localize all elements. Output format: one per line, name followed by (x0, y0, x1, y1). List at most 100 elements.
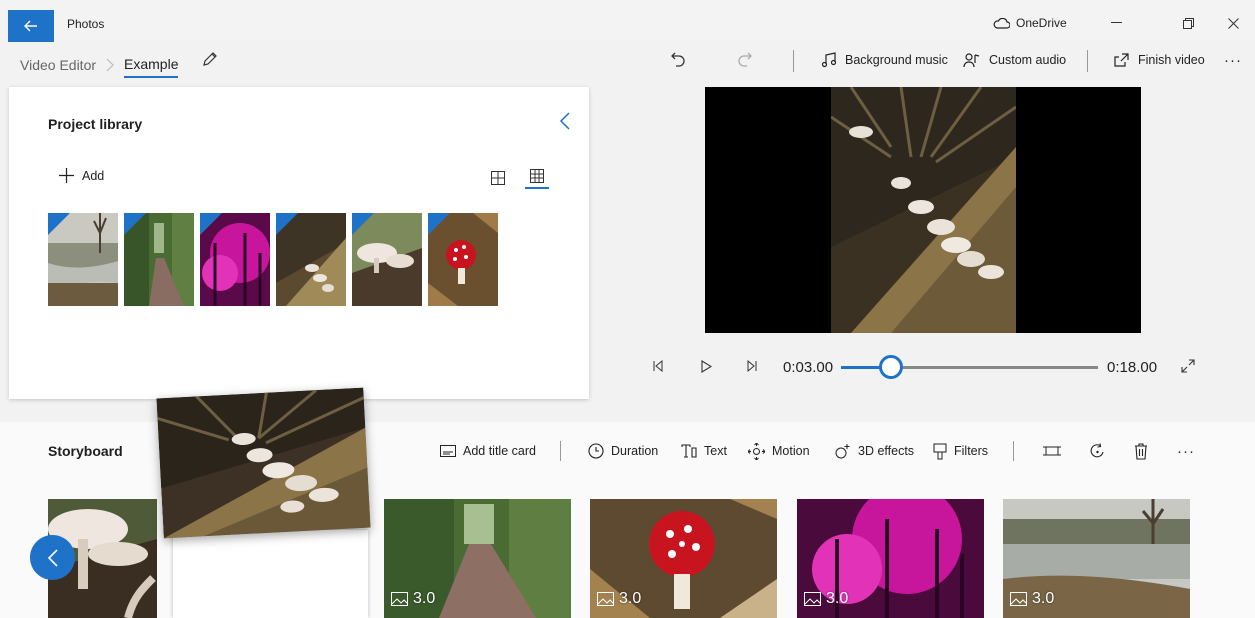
back-button[interactable] (8, 10, 54, 42)
delete-button[interactable] (1134, 441, 1148, 461)
next-frame-button[interactable] (744, 358, 760, 374)
mushrooms-on-log-image (156, 387, 371, 539)
text-button[interactable]: Text (681, 441, 727, 461)
image-icon (804, 592, 821, 606)
chevron-left-icon (47, 548, 58, 567)
custom-audio-button[interactable]: Custom audio (963, 50, 1066, 70)
filters-label: Filters (954, 444, 989, 458)
storyboard-title: Storyboard (48, 443, 123, 459)
trash-icon (1135, 442, 1147, 460)
chevron-right-icon (106, 58, 114, 72)
title-card-icon (440, 445, 456, 457)
storyboard-more-button[interactable]: ··· (1177, 441, 1195, 461)
3d-effects-button[interactable]: 3D effects (834, 441, 914, 461)
selection-corner (124, 213, 146, 235)
selection-corner (200, 213, 222, 235)
resize-button[interactable] (1043, 441, 1061, 461)
pencil-icon (203, 52, 217, 66)
duration-button[interactable]: Duration (588, 441, 658, 461)
finish-video-button[interactable]: Finish video (1113, 50, 1205, 70)
clip-duration-badge: 3.0 (804, 590, 848, 608)
background-music-button[interactable]: Background music (821, 50, 948, 70)
image-icon (1010, 592, 1027, 606)
video-preview[interactable] (705, 87, 1141, 333)
selection-corner (428, 213, 450, 235)
grid-small-icon (530, 169, 544, 183)
redo-icon (738, 52, 752, 67)
toolbar-divider (1087, 50, 1088, 72)
library-item-woodland-path[interactable] (124, 213, 194, 306)
dragged-clip-mushrooms-on-log[interactable] (156, 387, 371, 539)
close-button[interactable] (1218, 13, 1248, 33)
clip-duration: 3.0 (826, 590, 849, 607)
onedrive-button[interactable]: OneDrive (993, 16, 1067, 30)
redo-button[interactable] (737, 50, 753, 70)
selection-corner (276, 213, 298, 235)
add-title-card-label: Add title card (463, 444, 536, 458)
toolbar-divider (1013, 441, 1014, 461)
undo-button[interactable] (670, 50, 686, 70)
text-label: Text (704, 444, 727, 458)
minimize-icon (1110, 22, 1122, 23)
motion-label: Motion (772, 444, 810, 458)
crop-resize-icon (1043, 446, 1061, 456)
library-item-river-bank[interactable] (48, 213, 118, 306)
clip-duration-badge: 3.0 (1010, 590, 1054, 608)
library-item-white-mushrooms[interactable] (352, 213, 422, 306)
clip-duration-badge: 3.0 (391, 590, 435, 608)
text-icon (681, 444, 697, 458)
storyboard-clip-pink-lit-trees[interactable]: 3.0 (797, 499, 984, 618)
storyboard-clip-woodland-path[interactable]: 3.0 (384, 499, 571, 618)
motion-icon (748, 442, 765, 460)
toolbar-divider (793, 50, 794, 72)
motion-button[interactable]: Motion (748, 441, 810, 461)
library-item-pink-lit-trees[interactable] (200, 213, 270, 306)
storyboard-drop-slot[interactable] (173, 530, 368, 618)
selection-corner (48, 213, 70, 235)
image-icon (597, 592, 614, 606)
collapse-library-button[interactable] (559, 111, 571, 134)
project-library-title: Project library (48, 116, 143, 132)
add-title-card-button[interactable]: Add title card (440, 441, 536, 461)
preview-frame (831, 87, 1016, 333)
onedrive-label: OneDrive (1016, 16, 1067, 30)
library-item-fly-agaric[interactable] (428, 213, 498, 306)
app-title: Photos (67, 17, 105, 31)
library-item-mushrooms-on-log[interactable] (276, 213, 346, 306)
fullscreen-button[interactable] (1180, 358, 1196, 374)
custom-audio-icon (963, 53, 980, 68)
arrow-left-icon (24, 20, 37, 32)
minimize-button[interactable] (1101, 13, 1131, 33)
small-grid-view-button[interactable] (525, 167, 549, 189)
scroll-left-button[interactable] (30, 535, 75, 580)
previous-frame-button[interactable] (650, 358, 666, 374)
library-thumbnails (48, 213, 498, 306)
add-media-button[interactable]: Add (59, 168, 104, 183)
more-options-button[interactable]: ··· (1224, 50, 1242, 70)
clip-duration: 3.0 (413, 590, 436, 607)
restore-icon (1182, 17, 1194, 29)
project-library-panel: Project library Add (9, 87, 589, 399)
current-time: 0:03.00 (783, 359, 834, 376)
seek-handle[interactable] (879, 355, 904, 379)
chevron-left-icon (559, 112, 570, 130)
image-icon (391, 592, 408, 606)
finish-video-label: Finish video (1138, 53, 1205, 67)
expand-icon (1181, 359, 1195, 373)
restore-button[interactable] (1173, 13, 1203, 33)
3d-effects-label: 3D effects (858, 444, 915, 458)
custom-audio-label: Custom audio (989, 53, 1067, 67)
rename-button[interactable] (201, 50, 219, 71)
play-button[interactable] (698, 358, 714, 374)
filter-icon (933, 443, 947, 459)
rotate-icon (1090, 442, 1104, 457)
play-icon (701, 359, 712, 373)
filters-button[interactable]: Filters (933, 441, 988, 461)
step-back-icon (653, 360, 663, 372)
rotate-button[interactable] (1089, 441, 1106, 461)
storyboard-clip-river-bank[interactable]: 3.0 (1003, 499, 1190, 618)
breadcrumb-video-editor[interactable]: Video Editor (20, 57, 96, 73)
share-icon (1114, 53, 1129, 67)
storyboard-clip-fly-agaric[interactable]: 3.0 (590, 499, 777, 618)
large-grid-view-button[interactable] (486, 167, 510, 189)
